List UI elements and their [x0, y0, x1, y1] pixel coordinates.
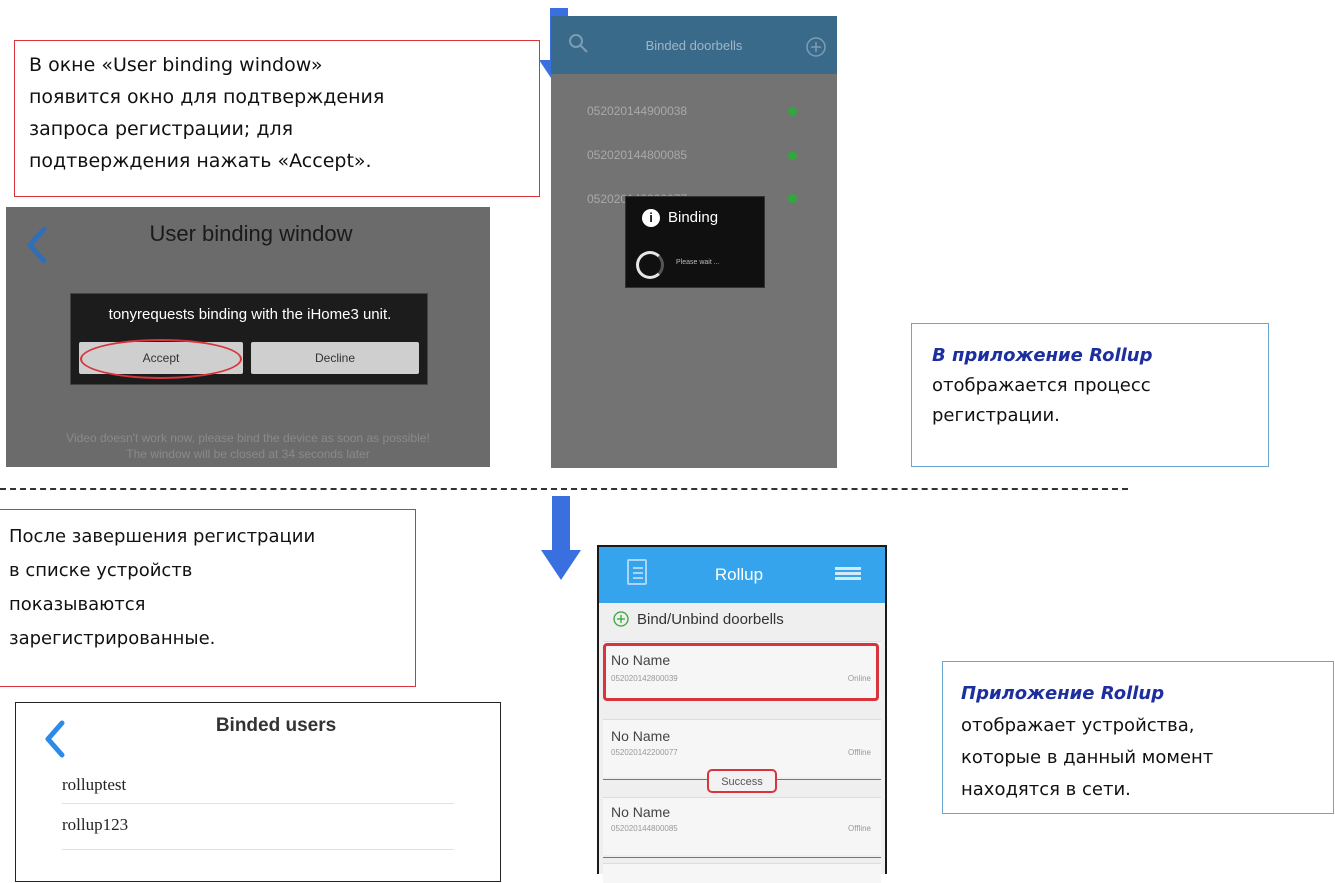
callout-line: появится окно для подтверждения [29, 86, 385, 108]
device-status: Offline [848, 824, 871, 833]
add-icon[interactable] [805, 36, 827, 58]
callout-line: подтверждения нажать «Accept». [29, 150, 372, 172]
doorbell-row[interactable]: 052020144800085 [587, 148, 687, 162]
divider [603, 857, 881, 858]
callout-line: запроса регистрации; для [29, 118, 294, 140]
callout-title: Приложение Rollup [961, 683, 1165, 704]
user-binding-window: User binding window tonyrequests binding… [6, 207, 490, 467]
binded-doorbells-screen: Binded doorbells 052020144900038 0520201… [551, 16, 837, 468]
callout-user-binding: В окне «User binding window» появится ок… [14, 40, 540, 197]
rollup-header: Rollup [599, 547, 885, 603]
callout-line: После завершения регистрации [9, 526, 316, 547]
document-icon[interactable] [627, 559, 647, 585]
callout-line: в списке устройств [9, 560, 193, 581]
callout-rollup-online: Приложение Rollup отображает устройства,… [942, 661, 1334, 814]
menu-icon[interactable] [835, 567, 861, 581]
callout-title: В приложение Rollup [932, 345, 1153, 366]
device-status: Offline [848, 748, 871, 757]
user-list-item[interactable]: rollup123 [62, 815, 128, 835]
device-name: No Name [611, 804, 671, 820]
device-id: 052020144800085 [611, 824, 678, 833]
callout-line: регистрации. [932, 405, 1060, 426]
spinner-icon [636, 251, 664, 279]
back-chevron-icon[interactable] [22, 225, 52, 265]
dialog-message: tonyrequests binding with the iHome3 uni… [108, 306, 392, 323]
window-title: User binding window [149, 221, 353, 246]
back-chevron-icon[interactable] [40, 719, 70, 759]
device-id: 052020142200077 [611, 748, 678, 757]
callout-line: зарегистрированные. [9, 628, 216, 649]
success-toast: Success [707, 769, 777, 793]
section-divider [0, 488, 1128, 490]
rollup-title: Rollup [714, 565, 764, 584]
ubw-footer-line1: Video doesn't work now, please bind the … [66, 431, 430, 445]
device-name: No Name [611, 728, 671, 744]
decline-button[interactable]: Decline [251, 342, 419, 374]
callout-registered: После завершения регистрации в списке ус… [0, 509, 416, 687]
binding-progress-dialog: i Binding Please wait ... [625, 196, 765, 288]
doorbells-header: Binded doorbells [551, 16, 837, 74]
callout-line: показываются [9, 594, 146, 615]
down-arrow-icon [541, 496, 581, 582]
ubw-footer-line2: The window will be closed at 34 seconds … [126, 447, 370, 461]
callout-line: отображает устройства, [961, 715, 1195, 736]
please-wait-text: Please wait ... [676, 259, 720, 266]
divider [62, 849, 454, 850]
user-list-item[interactable]: rolluptest [62, 775, 126, 795]
doorbell-row[interactable]: 052020144900038 [587, 104, 687, 118]
online-status-icon [788, 194, 797, 203]
binded-users-screen: Binded users rolluptest rollup123 [15, 702, 501, 882]
bind-unbind-label[interactable]: Bind/Unbind doorbells [637, 611, 784, 628]
callout-line: В окне «User binding window» [29, 54, 323, 76]
device-card[interactable]: No Name 052020144800085 Offline [603, 797, 881, 855]
device-card[interactable] [603, 863, 881, 883]
highlight-box [603, 643, 879, 701]
online-status-icon [788, 107, 797, 116]
binding-title: Binding [668, 209, 719, 226]
online-status-icon [788, 151, 797, 160]
callout-line: находятся в сети. [961, 779, 1131, 800]
callout-line: которые в данный момент [961, 747, 1214, 768]
accept-highlight-ellipse [80, 339, 242, 379]
binded-users-title: Binded users [215, 715, 337, 736]
doorbells-title: Binded doorbells [645, 38, 743, 53]
search-icon[interactable] [567, 32, 589, 54]
callout-line: отображается процесс [932, 375, 1151, 396]
info-icon: i [642, 209, 660, 227]
divider [62, 803, 454, 804]
callout-rollup-process: В приложение Rollup отображается процесс… [911, 323, 1269, 467]
add-circle-icon[interactable] [613, 611, 629, 627]
rollup-app-screen: Rollup Bind/Unbind doorbells No Name 052… [597, 545, 887, 883]
